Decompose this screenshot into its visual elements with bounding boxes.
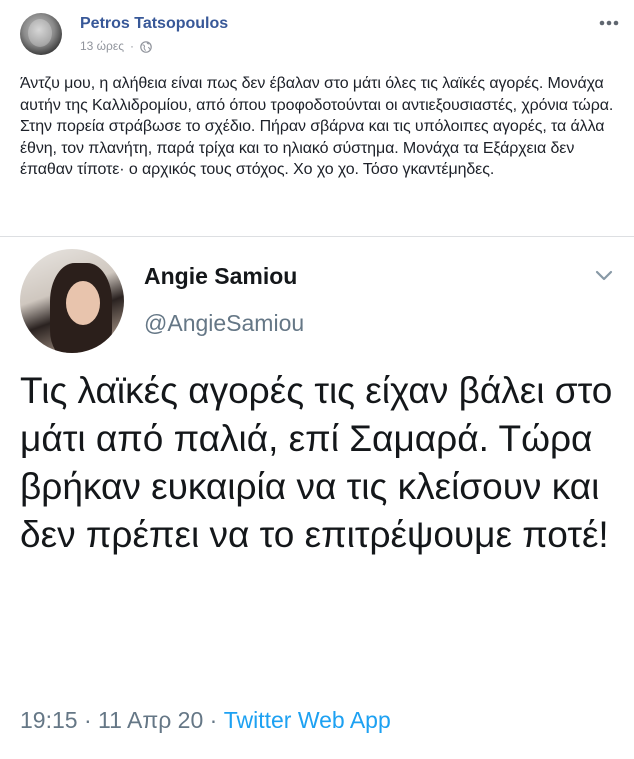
post-timestamp[interactable]: 13 ώρες <box>80 39 124 53</box>
more-horizontal-icon[interactable] <box>596 12 622 34</box>
post-header: Petros Tatsopoulos 13 ώρες · <box>0 0 634 70</box>
globe-icon[interactable] <box>140 40 152 53</box>
author-avatar[interactable] <box>20 13 62 55</box>
author-name-link[interactable]: Petros Tatsopoulos <box>80 15 228 33</box>
post-meta: 13 ώρες · <box>80 39 152 53</box>
tweet-text: Τις λαϊκές αγορές τις είχαν βάλει στο μά… <box>20 370 613 555</box>
tweet-time: 19:15 · 11 Απρ 20 · <box>20 707 224 733</box>
chevron-down-icon <box>594 269 614 283</box>
tweet-handle: @AngieSamiou <box>144 310 305 336</box>
tweet-footer: 19:15 · 11 Απρ 20 · Twitter Web App <box>20 707 391 734</box>
post-text: Άντζυ μου, η αλήθεια είναι πως δεν έβαλα… <box>20 75 614 178</box>
meta-separator: · <box>130 39 135 53</box>
tweet-source-link: Twitter Web App <box>223 707 391 733</box>
tweet-avatar <box>20 249 124 353</box>
tweet-author-name: Angie Samiou <box>144 263 298 289</box>
tweet-screenshot-image[interactable]: Angie Samiou @AngieSamiou Τις λαϊκές αγο… <box>0 237 634 759</box>
